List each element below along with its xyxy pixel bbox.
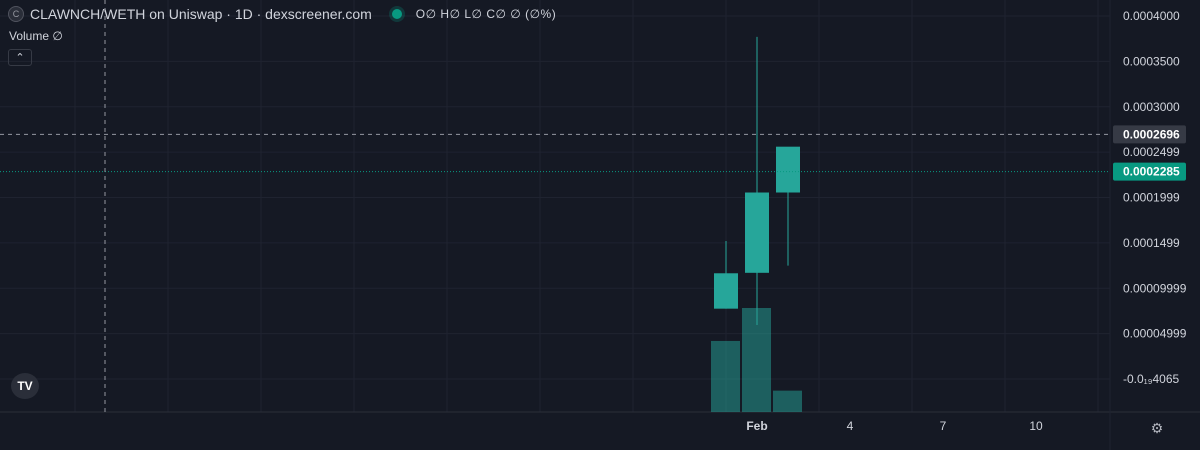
volume-bar: [711, 340, 740, 412]
time-axis[interactable]: Feb 4 7 10: [746, 419, 1043, 433]
grid: [0, 0, 1200, 450]
price-axis[interactable]: 0.0004000 0.0003500 0.0003000 0.0002499 0.00…: [1123, 9, 1187, 386]
market-status-icon: [391, 9, 402, 19]
last-price-tag: 0.0002285: [1123, 165, 1180, 179]
y-tick-label: 0.0001999: [1123, 191, 1180, 205]
tradingview-logo[interactable]: TV: [11, 373, 39, 399]
gear-icon[interactable]: ⚙: [1148, 419, 1166, 437]
y-tick-label: 0.00004999: [1123, 327, 1187, 341]
y-tick-label: 0.0002499: [1123, 145, 1180, 159]
symbol-icon[interactable]: C: [8, 6, 24, 22]
y-tick-label: 0.0004000: [1123, 9, 1180, 23]
x-tick-label: Feb: [746, 419, 767, 433]
candle-body: [776, 146, 800, 193]
collapse-legend-button[interactable]: ⌃: [8, 49, 32, 66]
chart-header: C CLAWNCH/WETH on Uniswap · 1D · dexscre…: [8, 6, 556, 22]
y-tick-label: 0.0003500: [1123, 54, 1180, 68]
crosshair-price-tag: 0.0002696: [1123, 127, 1180, 141]
ohlc-values: O∅ H∅ L∅ C∅ ∅ (∅%): [415, 7, 557, 21]
y-tick-label: 0.00009999: [1123, 281, 1187, 295]
y-tick-label: -0.0₁₉4065: [1123, 372, 1180, 386]
x-tick-label: 10: [1029, 419, 1043, 433]
candle-body: [714, 273, 738, 309]
y-tick-label: 0.0001499: [1123, 236, 1180, 250]
chart-title: CLAWNCH/WETH on Uniswap · 1D · dexscreen…: [30, 6, 372, 22]
volume-legend: Volume ∅: [9, 29, 63, 43]
x-tick-label: 4: [847, 419, 854, 433]
candle-body: [745, 192, 769, 273]
candles: [714, 36, 800, 326]
chevron-up-icon: ⌃: [15, 52, 25, 64]
x-tick-label: 7: [940, 419, 947, 433]
volume-bar: [773, 390, 802, 412]
y-tick-label: 0.0003000: [1123, 100, 1180, 114]
price-chart[interactable]: 0.0004000 0.0003500 0.0003000 0.0002499 0.00…: [0, 0, 1200, 450]
